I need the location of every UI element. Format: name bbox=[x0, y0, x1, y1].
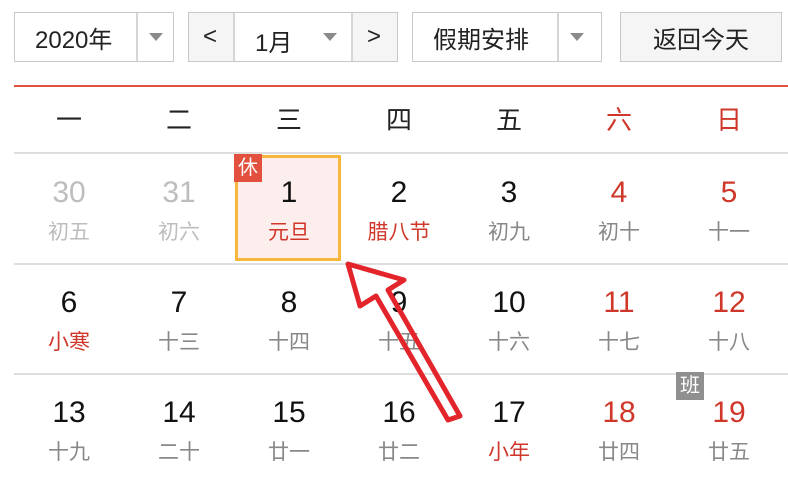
day-cell[interactable]: 5 十一 bbox=[674, 155, 784, 265]
day-lunar: 初六 bbox=[158, 221, 200, 244]
weekday-wed: 三 bbox=[275, 105, 302, 135]
day-cell[interactable]: 14 二十 bbox=[124, 375, 234, 485]
day-number: 7 bbox=[170, 286, 188, 319]
day-number: 19 bbox=[712, 396, 746, 429]
holiday-select-value: 假期安排 bbox=[433, 26, 529, 54]
holiday-select[interactable]: 假期安排 bbox=[412, 12, 602, 62]
year-select-divider bbox=[136, 13, 138, 61]
day-number: 4 bbox=[610, 176, 628, 209]
weekday-mon: 一 bbox=[55, 105, 82, 135]
chevron-down-icon[interactable] bbox=[149, 33, 163, 41]
day-lunar: 十三 bbox=[158, 331, 200, 354]
day-cell[interactable]: 10 十六 bbox=[454, 265, 564, 375]
weekday-sun: 日 bbox=[715, 105, 742, 135]
day-lunar: 廿四 bbox=[598, 441, 640, 464]
day-solar-term: 小寒 bbox=[48, 331, 90, 354]
day-cell[interactable]: 4 初十 bbox=[564, 155, 674, 265]
day-number: 5 bbox=[720, 176, 738, 209]
day-cell[interactable]: 6 小寒 bbox=[14, 265, 124, 375]
header-divider bbox=[14, 85, 788, 87]
rest-day-badge: 休 bbox=[234, 154, 262, 182]
day-number: 14 bbox=[162, 396, 196, 429]
day-cell[interactable]: 8 十四 bbox=[234, 265, 344, 375]
day-number: 11 bbox=[603, 286, 635, 319]
day-cell[interactable]: 11 十七 bbox=[564, 265, 674, 375]
day-cell[interactable]: 7 十三 bbox=[124, 265, 234, 375]
day-cell[interactable]: 2 腊八节 bbox=[344, 155, 454, 265]
day-lunar: 廿五 bbox=[708, 441, 750, 464]
day-lunar: 廿一 bbox=[268, 441, 310, 464]
day-cell[interactable]: 16 廿二 bbox=[344, 375, 454, 485]
work-day-badge: 班 bbox=[676, 372, 704, 400]
year-select-value: 2020年 bbox=[35, 26, 113, 54]
day-lunar: 十七 bbox=[598, 331, 640, 354]
day-number: 16 bbox=[382, 396, 416, 429]
chevron-down-icon[interactable] bbox=[570, 33, 584, 41]
day-festival: 元旦 bbox=[268, 221, 310, 244]
day-lunar: 十六 bbox=[488, 331, 530, 354]
day-number: 8 bbox=[280, 286, 298, 319]
month-nav: < 1月 > bbox=[188, 12, 398, 62]
day-cell[interactable]: 17 小年 bbox=[454, 375, 564, 485]
day-number: 2 bbox=[390, 176, 408, 209]
day-cell[interactable]: 30 初五 bbox=[14, 155, 124, 265]
day-cell[interactable]: 15 廿一 bbox=[234, 375, 344, 485]
holiday-select-divider bbox=[557, 13, 559, 61]
day-lunar: 初五 bbox=[48, 221, 90, 244]
prev-month-button[interactable]: < bbox=[203, 23, 217, 51]
day-number: 6 bbox=[60, 286, 78, 319]
day-number: 10 bbox=[492, 286, 526, 319]
weekday-tue: 二 bbox=[165, 105, 192, 135]
day-festival: 腊八节 bbox=[367, 221, 431, 244]
back-to-today-button[interactable]: 返回今天 bbox=[620, 12, 782, 62]
day-number: 18 bbox=[602, 396, 636, 429]
month-select[interactable]: 1月 bbox=[235, 13, 351, 61]
next-month-button[interactable]: > bbox=[367, 23, 381, 51]
day-lunar: 十五 bbox=[378, 331, 420, 354]
day-festival: 小年 bbox=[488, 441, 530, 464]
day-lunar: 十九 bbox=[48, 441, 90, 464]
weekday-fri: 五 bbox=[495, 105, 522, 135]
day-number: 15 bbox=[272, 396, 306, 429]
day-number: 9 bbox=[390, 286, 408, 319]
day-number: 31 bbox=[162, 176, 196, 209]
day-cell[interactable]: 31 初六 bbox=[124, 155, 234, 265]
chevron-down-icon[interactable] bbox=[323, 33, 337, 41]
day-cell[interactable]: 13 十九 bbox=[14, 375, 124, 485]
day-lunar: 初九 bbox=[488, 221, 530, 244]
month-nav-divider-right bbox=[351, 13, 353, 61]
weekday-sat: 六 bbox=[605, 105, 632, 135]
day-number: 12 bbox=[712, 286, 746, 319]
day-lunar: 十一 bbox=[708, 221, 750, 244]
day-lunar: 十八 bbox=[708, 331, 750, 354]
day-cell[interactable]: 12 十八 bbox=[674, 265, 784, 375]
day-number: 17 bbox=[492, 396, 526, 429]
day-cell[interactable]: 3 初九 bbox=[454, 155, 564, 265]
day-number: 30 bbox=[52, 176, 86, 209]
day-lunar: 初十 bbox=[598, 221, 640, 244]
row-divider bbox=[14, 152, 788, 154]
back-to-today-label: 返回今天 bbox=[653, 26, 749, 54]
month-select-value: 1月 bbox=[255, 30, 293, 57]
day-cell[interactable]: 18 廿四 bbox=[564, 375, 674, 485]
day-lunar: 廿二 bbox=[378, 441, 420, 464]
day-number: 3 bbox=[500, 176, 518, 209]
day-cell[interactable]: 9 十五 bbox=[344, 265, 454, 375]
day-lunar: 二十 bbox=[158, 441, 200, 464]
weekday-thu: 四 bbox=[385, 105, 412, 135]
day-number: 13 bbox=[52, 396, 86, 429]
day-lunar: 十四 bbox=[268, 331, 310, 354]
year-select[interactable]: 2020年 bbox=[14, 12, 174, 62]
